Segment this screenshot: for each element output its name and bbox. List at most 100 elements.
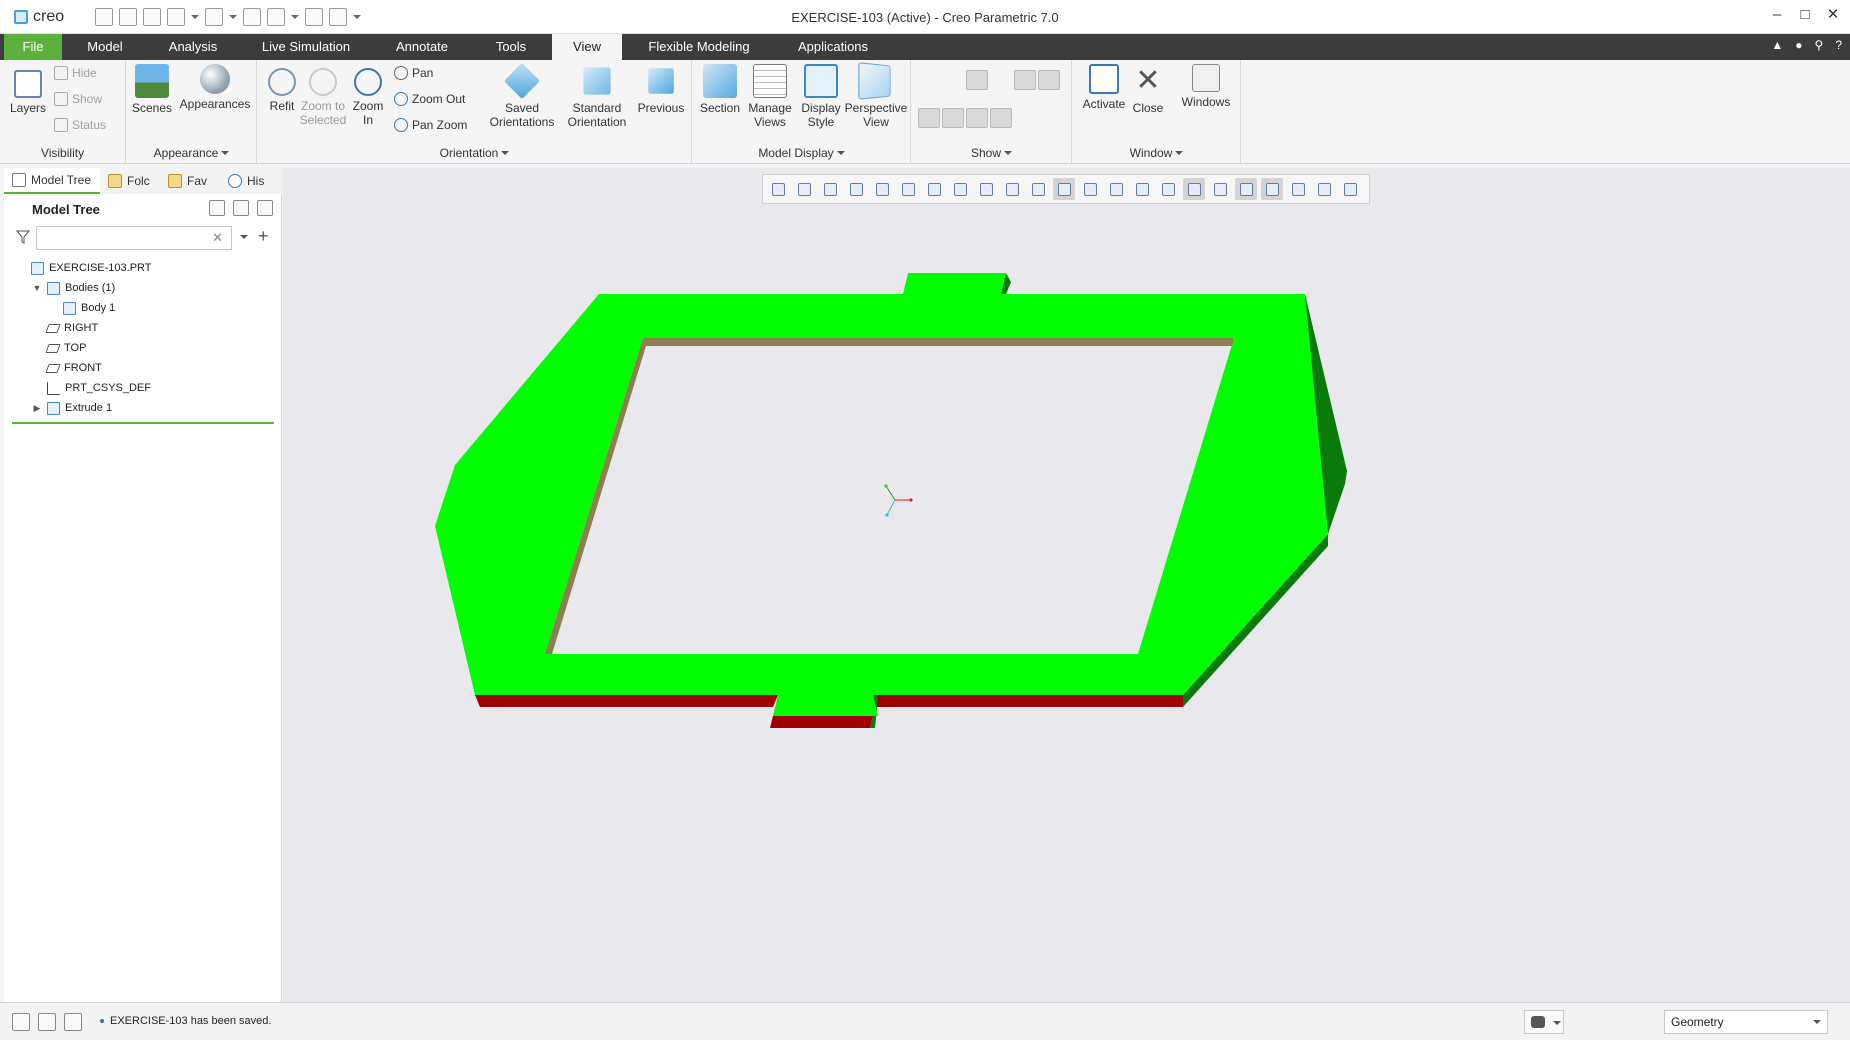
axis-tag-display-icon[interactable] xyxy=(942,108,964,128)
tree-item[interactable]: ▶ Extrude 1 xyxy=(16,398,276,418)
settings-icon[interactable]: ⚲ xyxy=(1815,38,1824,52)
plane-tag-display-icon[interactable] xyxy=(918,108,940,128)
full-screen-icon[interactable] xyxy=(64,1013,82,1031)
plane-display-icon[interactable] xyxy=(918,70,940,90)
perspective-view-button[interactable]: Perspective View xyxy=(843,62,909,129)
csys-display-icon[interactable] xyxy=(990,70,1012,90)
standard-orientation-button[interactable]: Standard Orientation xyxy=(564,64,630,129)
toggle-browser-icon[interactable] xyxy=(38,1013,56,1031)
insert-here-marker[interactable] xyxy=(12,422,274,424)
help-icon[interactable]: ? xyxy=(1835,38,1842,52)
tree-item[interactable]: ▼ Bodies (1) xyxy=(16,278,276,298)
tree-search-input[interactable] xyxy=(36,226,232,250)
tree-item[interactable]: FRONT xyxy=(16,358,276,378)
close-icon[interactable]: ✕ xyxy=(1826,6,1840,24)
undo-icon[interactable] xyxy=(167,8,185,26)
group-appearance-label[interactable]: Appearance xyxy=(127,146,256,160)
minimize-ribbon-icon[interactable]: ▲ xyxy=(1771,38,1783,52)
regenerate-icon[interactable] xyxy=(243,8,261,26)
pan-button[interactable]: Pan xyxy=(394,66,433,80)
selection-filter-select[interactable]: Geometry xyxy=(1664,1010,1828,1034)
display-style-button[interactable]: Display Style xyxy=(799,64,843,129)
customize-qat-icon[interactable] xyxy=(329,8,347,26)
save-icon[interactable] xyxy=(143,8,161,26)
maximize-icon[interactable]: □ xyxy=(1798,6,1812,24)
zoom-in-button[interactable]: Zoom In xyxy=(348,64,388,127)
open-file-icon[interactable] xyxy=(119,8,137,26)
tab-applications[interactable]: Applications xyxy=(780,34,886,60)
refit-button[interactable]: Refit xyxy=(262,64,302,113)
group-show-label[interactable]: Show xyxy=(912,146,1071,160)
group-orientation-label[interactable]: Orientation xyxy=(258,146,691,160)
tab-flexible-modeling[interactable]: Flexible Modeling xyxy=(636,34,762,60)
filter-icon[interactable] xyxy=(16,230,30,244)
status-button[interactable]: Status xyxy=(54,118,106,132)
minimize-icon[interactable]: – xyxy=(1770,6,1784,24)
tab-annotate[interactable]: Annotate xyxy=(380,34,464,60)
add-filter-icon[interactable]: + xyxy=(258,226,269,247)
tree-item[interactable]: PRT_CSYS_DEF xyxy=(16,378,276,398)
activate-button[interactable]: Activate xyxy=(1079,64,1129,111)
nav-tab-model-tree[interactable]: Model Tree xyxy=(4,168,100,194)
tab-analysis[interactable]: Analysis xyxy=(150,34,236,60)
scenes-button[interactable]: Scenes xyxy=(131,64,173,115)
sketch-display-icon[interactable] xyxy=(1038,108,1060,128)
tree-columns-icon[interactable] xyxy=(233,200,249,216)
expand-toggle-icon[interactable]: ▶ xyxy=(32,403,42,414)
tab-view[interactable]: View xyxy=(552,34,622,60)
point-display-icon[interactable] xyxy=(966,70,988,90)
axis-display-icon[interactable] xyxy=(942,70,964,90)
tab-tools[interactable]: Tools xyxy=(480,34,542,60)
qat-dropdown-icon[interactable] xyxy=(353,8,361,26)
tree-filters-icon[interactable] xyxy=(257,200,273,216)
group-window-label[interactable]: Window xyxy=(1073,146,1240,160)
dimension-display-icon[interactable] xyxy=(1038,70,1060,90)
tree-settings-icon[interactable] xyxy=(209,200,225,216)
part-model-view[interactable] xyxy=(283,168,1850,1002)
appearances-button[interactable]: Appearances xyxy=(177,64,253,111)
appearance-caret-icon xyxy=(221,151,230,159)
csys-tag-display-icon[interactable] xyxy=(990,108,1012,128)
section-button[interactable]: Section xyxy=(697,64,743,115)
manage-views-button[interactable]: Manage Views xyxy=(745,64,795,129)
group-model-display-label[interactable]: Model Display xyxy=(693,146,910,160)
pan-zoom-button[interactable]: Pan Zoom xyxy=(394,118,467,132)
show-button[interactable]: Show xyxy=(54,92,102,106)
windows-button[interactable]: Windows xyxy=(1179,64,1233,109)
tab-model[interactable]: Model xyxy=(70,34,140,60)
tab-live-simulation[interactable]: Live Simulation xyxy=(250,34,362,60)
undo-dropdown-icon[interactable] xyxy=(191,8,199,26)
tree-item[interactable]: RIGHT xyxy=(16,318,276,338)
hide-button[interactable]: Hide xyxy=(54,66,97,80)
nav-tab-folder-browser[interactable]: Folc xyxy=(100,168,160,194)
saved-orientations-button[interactable]: Saved Orientations xyxy=(484,62,560,129)
windows-icon[interactable] xyxy=(267,8,285,26)
redo-icon[interactable] xyxy=(205,8,223,26)
close-button[interactable]: ✕ Close xyxy=(1127,64,1169,115)
tree-item[interactable]: Body 1 xyxy=(16,298,276,318)
spin-center-display-icon[interactable] xyxy=(1014,108,1036,128)
tree-item[interactable]: EXERCISE-103.PRT xyxy=(16,258,276,278)
point-tag-display-icon[interactable] xyxy=(966,108,988,128)
close-window-icon[interactable] xyxy=(305,8,323,26)
layers-button[interactable]: Layers xyxy=(8,64,48,115)
graphics-window[interactable] xyxy=(283,168,1850,1002)
annotation-display-icon[interactable] xyxy=(1014,70,1036,90)
new-file-icon[interactable] xyxy=(95,8,113,26)
redo-dropdown-icon[interactable] xyxy=(229,8,237,26)
previous-button[interactable]: Previous xyxy=(634,64,688,115)
zoom-out-button[interactable]: Zoom Out xyxy=(394,92,465,106)
clear-search-icon[interactable]: ✕ xyxy=(212,230,223,246)
find-binoculars-icon[interactable] xyxy=(1524,1010,1564,1034)
expand-toggle-icon[interactable]: ▼ xyxy=(32,283,42,293)
zoom-to-selected-button[interactable]: Zoom to Selected xyxy=(298,64,348,127)
tree-item[interactable]: TOP xyxy=(16,338,276,358)
toggle-navigator-icon[interactable] xyxy=(12,1013,30,1031)
windows-dropdown-icon[interactable] xyxy=(291,8,299,26)
nav-tab-history[interactable]: His xyxy=(220,168,280,194)
creo-logo-text: creo xyxy=(33,8,65,25)
tab-file[interactable]: File xyxy=(4,34,62,60)
nav-tab-favorites[interactable]: Fav xyxy=(160,168,220,194)
user-icon[interactable]: ● xyxy=(1795,38,1802,52)
search-dropdown-icon[interactable] xyxy=(240,235,248,243)
